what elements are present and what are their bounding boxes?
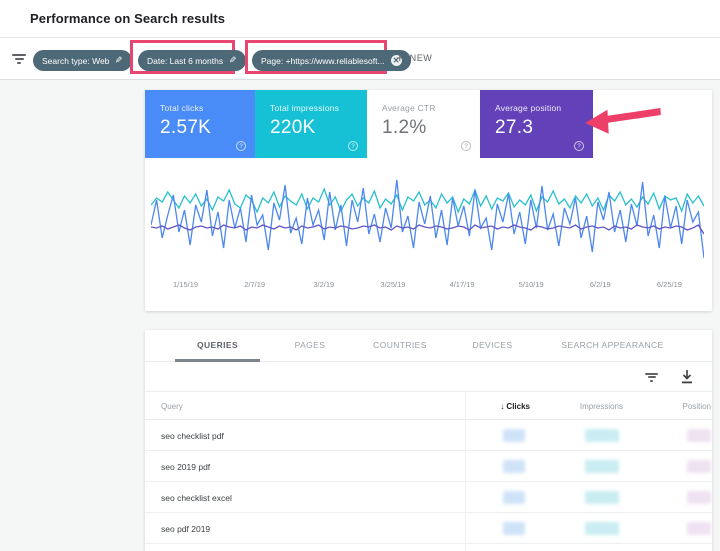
download-icon[interactable] (681, 370, 693, 384)
blurred-clicks-value (503, 429, 525, 442)
blurred-position-value (687, 460, 711, 473)
metric-value: 220K (270, 117, 316, 139)
chip-date-filter[interactable]: Date: Last 6 months ✎ (138, 50, 246, 71)
query-cell: seo checklist excel (161, 493, 232, 503)
metric-label: Average CTR (382, 103, 436, 113)
tab-queries[interactable]: QUERIES (175, 340, 260, 350)
x-tick: 3/25/19 (358, 280, 427, 289)
table-rows: seo checklist pdf seo 2019 pdf seo check… (145, 420, 712, 551)
help-icon[interactable]: ? (574, 141, 584, 151)
chip-page-label: Page: +https://www.reliablesoft... (261, 56, 385, 66)
metric-value: 27.3 (495, 117, 533, 139)
new-filter-button[interactable]: + NEW (396, 51, 432, 64)
blurred-position-value (687, 522, 711, 535)
metric-label: Total clicks (160, 103, 204, 113)
trend-chart-area[interactable] (151, 170, 704, 270)
table-filter-icon[interactable] (645, 373, 658, 382)
x-tick: 2/7/19 (220, 280, 289, 289)
metric-label: Total impressions (270, 103, 339, 113)
x-tick: 5/10/19 (497, 280, 566, 289)
query-cell: seo 2019 pdf (161, 462, 210, 472)
blurred-impressions-value (585, 491, 619, 504)
filter-icon[interactable] (12, 54, 26, 64)
table-row[interactable]: seo checklist excel (145, 482, 712, 513)
column-header-clicks[interactable]: ↓ Clicks (475, 402, 530, 411)
search-console-performance-page: Performance on Search results Search typ… (0, 0, 720, 551)
column-header-impressions[interactable]: Impressions (553, 402, 623, 411)
x-tick: 1/15/19 (151, 280, 220, 289)
table-row[interactable]: seo checklist pdf (145, 420, 712, 451)
blurred-impressions-value (585, 460, 619, 473)
query-cell: seo checklist pdf (161, 431, 224, 441)
tab-search-appearance[interactable]: SEARCH APPEARANCE (545, 340, 680, 350)
tab-devices[interactable]: DEVICES (455, 340, 530, 350)
blurred-clicks-value (503, 491, 525, 504)
metric-tile-total-clicks[interactable]: Total clicks 2.57K ? (145, 90, 255, 158)
tab-countries[interactable]: COUNTRIES (360, 340, 440, 350)
metric-label: Average position (495, 103, 561, 113)
performance-chart-card: Total clicks 2.57K ? Total impressions 2… (145, 90, 712, 311)
dimension-tabs: QUERIES PAGES COUNTRIES DEVICES SEARCH A… (145, 330, 712, 362)
pencil-icon: ✎ (115, 55, 123, 66)
blurred-impressions-value (585, 429, 619, 442)
table-toolbar (145, 362, 712, 392)
x-tick: 3/2/19 (289, 280, 358, 289)
new-filter-label: NEW (410, 53, 433, 63)
metric-value: 1.2% (382, 117, 427, 139)
help-icon[interactable]: ? (236, 141, 246, 151)
x-tick: 6/2/19 (566, 280, 635, 289)
blurred-position-value (687, 491, 711, 504)
chip-search-type-label: Search type: Web (42, 56, 109, 66)
tab-pages[interactable]: PAGES (280, 340, 340, 350)
results-table-card: QUERIES PAGES COUNTRIES DEVICES SEARCH A… (145, 330, 712, 551)
help-icon[interactable]: ? (348, 141, 358, 151)
metric-tile-total-impressions[interactable]: Total impressions 220K ? (255, 90, 367, 158)
column-header-query[interactable]: Query (161, 402, 183, 411)
sort-desc-icon: ↓ (500, 402, 504, 411)
blurred-clicks-value (503, 460, 525, 473)
metric-tile-average-position[interactable]: Average position 27.3 ? (480, 90, 593, 158)
blurred-impressions-value (585, 522, 619, 535)
table-header-row: Query ↓ Clicks Impressions Position (145, 392, 712, 420)
chip-page-filter[interactable]: Page: +https://www.reliablesoft... ✕ (252, 50, 411, 71)
help-icon[interactable]: ? (461, 141, 471, 151)
series-clicks (151, 180, 704, 258)
chip-date-label: Date: Last 6 months (147, 56, 223, 66)
metric-tile-average-ctr[interactable]: Average CTR 1.2% ? (367, 90, 480, 158)
chart-x-axis-labels: 1/15/19 2/7/19 3/2/19 3/25/19 4/17/19 5/… (151, 280, 704, 289)
chip-search-type[interactable]: Search type: Web ✎ (33, 50, 132, 71)
plus-icon: + (396, 51, 404, 64)
x-tick: 4/17/19 (428, 280, 497, 289)
table-row[interactable]: seo pdf 2019 (145, 513, 712, 544)
trend-chart (151, 170, 704, 270)
blurred-clicks-value (503, 522, 525, 535)
blurred-position-value (687, 429, 711, 442)
page-title: Performance on Search results (30, 11, 225, 26)
query-cell: seo pdf 2019 (161, 524, 210, 534)
column-header-position[interactable]: Position (641, 402, 711, 411)
metric-value: 2.57K (160, 117, 211, 139)
x-tick: 6/25/19 (635, 280, 704, 289)
pencil-icon: ✎ (229, 55, 237, 66)
app-header: Performance on Search results (0, 0, 720, 38)
filter-bar: Search type: Web ✎ Date: Last 6 months ✎… (0, 38, 720, 80)
annotation-arrow (582, 102, 664, 138)
table-row[interactable]: seo 2019 pdf (145, 451, 712, 482)
